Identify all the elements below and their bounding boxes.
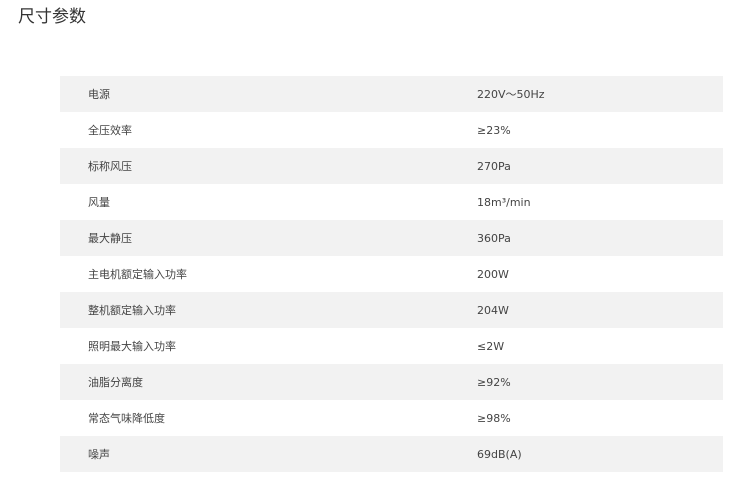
spec-value: 270Pa — [477, 159, 511, 173]
spec-label: 全压效率 — [88, 124, 132, 137]
spec-row-main-motor-power: 主电机额定输入功率 200W — [60, 256, 723, 292]
spec-label: 最大静压 — [88, 232, 132, 245]
spec-value: 360Pa — [477, 231, 511, 245]
spec-label: 电源 — [88, 88, 110, 101]
spec-value: ≥92% — [477, 375, 511, 389]
spec-table: 电源 220V～50Hz 全压效率 ≥23% 标称风压 270Pa 风量 18m… — [60, 76, 723, 472]
spec-value: 18m³/min — [477, 195, 531, 209]
spec-value: 220V～50Hz — [477, 88, 545, 101]
spec-row-power-supply: 电源 220V～50Hz — [60, 76, 723, 112]
spec-row-max-static-pressure: 最大静压 360Pa — [60, 220, 723, 256]
spec-value: ≥98% — [477, 411, 511, 425]
spec-row-total-pressure-efficiency: 全压效率 ≥23% — [60, 112, 723, 148]
spec-row-nominal-pressure: 标称风压 270Pa — [60, 148, 723, 184]
spec-label: 照明最大输入功率 — [88, 340, 176, 353]
spec-label: 整机额定输入功率 — [88, 304, 176, 317]
spec-label: 油脂分离度 — [88, 376, 143, 389]
page-title: 尺寸参数 — [18, 7, 86, 27]
spec-label: 常态气味降低度 — [88, 412, 165, 425]
spec-label: 主电机额定输入功率 — [88, 268, 187, 281]
spec-label: 噪声 — [88, 448, 110, 461]
spec-value: ≤2W — [477, 339, 505, 353]
spec-value: 204W — [477, 303, 509, 317]
spec-row-lighting-max-power: 照明最大输入功率 ≤2W — [60, 328, 723, 364]
spec-value: 200W — [477, 267, 509, 281]
spec-row-unit-rated-power: 整机额定输入功率 204W — [60, 292, 723, 328]
spec-value: ≥23% — [477, 123, 511, 137]
spec-label: 标称风压 — [88, 160, 132, 173]
spec-value: 69dB(A) — [477, 447, 522, 461]
spec-row-odor-reduction: 常态气味降低度 ≥98% — [60, 400, 723, 436]
spec-row-grease-separation: 油脂分离度 ≥92% — [60, 364, 723, 400]
spec-row-air-volume: 风量 18m³/min — [60, 184, 723, 220]
spec-label: 风量 — [88, 196, 110, 209]
spec-row-noise: 噪声 69dB(A) — [60, 436, 723, 472]
